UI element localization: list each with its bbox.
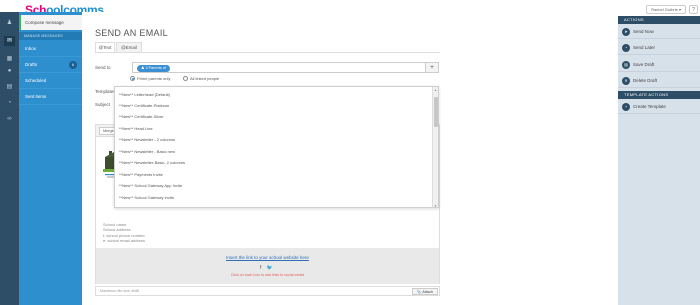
template-option[interactable]: **New** Certificate-Platinum xyxy=(119,101,429,111)
scroll-down-icon[interactable]: ▼ xyxy=(434,204,437,207)
sidebar-item-inbox[interactable]: Inbox xyxy=(19,41,82,57)
template-option[interactable]: **New** Certificate-Silver xyxy=(119,112,429,122)
sidebar-item-scheduled[interactable]: Scheduled xyxy=(19,73,82,89)
sidebar-item-label: Drafts xyxy=(25,62,38,67)
radio-label: All linked people xyxy=(190,76,220,81)
manage-messages-header: MANAGE MESSAGES xyxy=(19,32,82,40)
template-option[interactable]: **New** School Gateway invite xyxy=(119,193,429,203)
send-to-field[interactable]: ♟ 3 Parents of xyxy=(132,62,439,73)
send-now-button[interactable]: ➤ Send Now xyxy=(618,25,700,39)
document-icon[interactable]: ▤ xyxy=(4,82,15,92)
template-option[interactable]: **New** School Gateway App Invite xyxy=(119,181,429,191)
actions-header: ACTIONS xyxy=(618,16,700,24)
sidebar-item-sent[interactable]: Sent items xyxy=(19,89,82,105)
user-menu[interactable]: Rachel Guthrie ▾ xyxy=(646,5,686,14)
envelope-icon[interactable]: ✉ xyxy=(4,36,15,46)
add-recipient-button[interactable]: + xyxy=(425,62,439,73)
users-icon[interactable]: ♟ xyxy=(4,18,15,28)
school-address-block: School name School address t: school pho… xyxy=(103,222,145,244)
icon-bar: ♟ ✉ ▦ ● ▤ ◔ ∞ xyxy=(0,12,19,305)
calendar-icon[interactable]: ▦ xyxy=(4,54,15,64)
save-icon: ▤ xyxy=(622,61,630,69)
sidebar-item-drafts[interactable]: Drafts 6 xyxy=(19,57,82,73)
clock-icon[interactable]: ◔ xyxy=(4,98,15,108)
save-draft-button[interactable]: ▤ Save Draft xyxy=(618,58,700,72)
template-option[interactable]: **New** Payments Invite xyxy=(119,170,429,180)
radio-prime-parents[interactable] xyxy=(130,76,135,81)
tab-divider xyxy=(95,52,440,53)
trash-icon: ✕ xyxy=(622,77,630,85)
recipient-chip[interactable]: ♟ 3 Parents of xyxy=(137,64,170,72)
attachment-size-hint: Maximum file size 4MB xyxy=(100,289,140,293)
sidebar-item-label: Scheduled xyxy=(25,78,47,83)
help-icon[interactable]: ? xyxy=(689,5,698,14)
pin-icon[interactable]: ● xyxy=(4,66,15,76)
social-media-icons[interactable]: f 🐦 xyxy=(96,265,439,271)
link-icon[interactable]: ∞ xyxy=(4,114,15,124)
attachment-row: Maximum file size 4MB 📎 Attach xyxy=(95,286,440,296)
template-option[interactable]: **New** Newsletter-Basic- 2 columns xyxy=(119,158,429,168)
attach-button[interactable]: 📎 Attach xyxy=(411,288,438,295)
drafts-count-badge: 6 xyxy=(69,61,77,69)
page-title: SEND AN EMAIL xyxy=(95,28,168,38)
template-option[interactable]: **New** Newsletter - 2 columns xyxy=(119,135,429,145)
social-media-hint: Click on each icon to add links to socia… xyxy=(230,273,305,277)
footer-link-box: Insert the link to your school website h… xyxy=(96,248,439,284)
template-option[interactable]: **New** Letterhead (Default) xyxy=(119,90,429,100)
compose-message-link[interactable]: Compose message xyxy=(19,15,82,30)
message-sidebar: Compose message MANAGE MESSAGES Inbox Dr… xyxy=(19,12,82,305)
subject-label: Subject xyxy=(95,102,111,107)
radio-all-linked[interactable] xyxy=(183,76,188,81)
sidebar-item-label: Inbox xyxy=(25,46,37,51)
send-icon: ➤ xyxy=(622,28,630,36)
plus-icon: + xyxy=(622,103,630,111)
send-later-button[interactable]: ◔ Send Later xyxy=(618,41,700,55)
template-option[interactable]: **New** Head Line xyxy=(119,124,429,134)
scroll-up-icon[interactable]: ▲ xyxy=(434,88,437,92)
address-line: e: school email address xyxy=(103,238,146,244)
radio-label: Prime parents only xyxy=(137,76,171,81)
create-template-button[interactable]: + Create Template xyxy=(618,100,700,114)
scrollbar-thumb[interactable] xyxy=(434,97,438,127)
dropdown-scrollbar[interactable]: ▲ ▼ xyxy=(432,87,438,207)
clock-icon: ◔ xyxy=(622,44,630,52)
sidebar-item-label: Sent items xyxy=(25,94,47,99)
insert-website-link[interactable]: Insert the link to your school website h… xyxy=(96,255,439,260)
template-option[interactable]: **New** Newsletter - Basic new xyxy=(119,147,429,157)
templates-dropdown[interactable]: **New** Letterhead (Default) **New** Cer… xyxy=(114,86,439,208)
templates-label: Templates xyxy=(95,89,116,94)
actions-panel: ACTIONS ➤ Send Now ◔ Send Later ▤ Save Draf… xyxy=(618,16,700,305)
template-actions-header: TEMPLATE ACTIONS xyxy=(618,91,700,99)
delete-draft-button[interactable]: ✕ Delete Draft xyxy=(618,74,700,88)
send-to-label: Send to xyxy=(95,65,111,70)
